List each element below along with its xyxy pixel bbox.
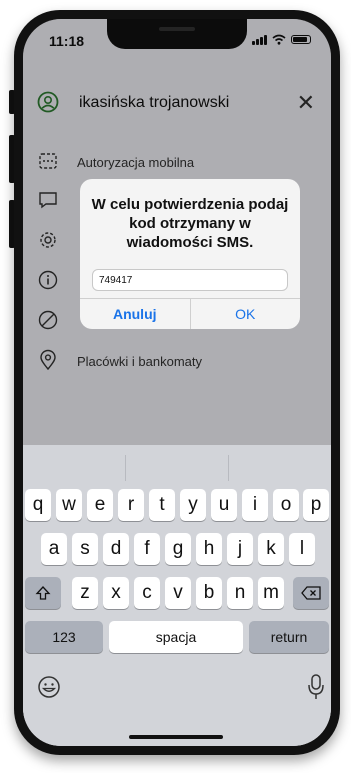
key-v[interactable]: v — [165, 577, 191, 609]
sms-code-dialog: W celu potwierdzenia podaj kod otrzymany… — [80, 179, 300, 329]
suggestion-divider — [125, 455, 126, 481]
key-a[interactable]: a — [41, 533, 67, 565]
screen: 11:18 ikasińska trojanowski ✕ Autoryzacj… — [23, 19, 331, 746]
return-key[interactable]: return — [249, 621, 329, 653]
shift-icon — [35, 586, 51, 600]
key-c[interactable]: c — [134, 577, 160, 609]
key-m[interactable]: m — [258, 577, 284, 609]
keyboard: q w e r t y u i o p a s d f g h j k l z … — [23, 445, 331, 746]
backspace-icon — [301, 586, 321, 600]
key-b[interactable]: b — [196, 577, 222, 609]
key-l[interactable]: l — [289, 533, 315, 565]
dialog-buttons: Anuluj OK — [80, 298, 300, 329]
key-y[interactable]: y — [180, 489, 206, 521]
phone-frame: 11:18 ikasińska trojanowski ✕ Autoryzacj… — [14, 10, 340, 755]
dialog-message: W celu potwierdzenia podaj kod otrzymany… — [91, 196, 289, 251]
shift-key[interactable] — [25, 577, 61, 609]
ok-button[interactable]: OK — [191, 299, 301, 329]
key-x[interactable]: x — [103, 577, 129, 609]
key-j[interactable]: j — [227, 533, 253, 565]
key-z[interactable]: z — [72, 577, 98, 609]
sms-code-input[interactable] — [92, 269, 288, 291]
emoji-icon[interactable] — [37, 675, 61, 699]
key-k[interactable]: k — [258, 533, 284, 565]
key-i[interactable]: i — [242, 489, 268, 521]
key-q[interactable]: q — [25, 489, 51, 521]
cancel-button[interactable]: Anuluj — [80, 299, 191, 329]
key-w[interactable]: w — [56, 489, 82, 521]
key-e[interactable]: e — [87, 489, 113, 521]
key-r[interactable]: r — [118, 489, 144, 521]
key-n[interactable]: n — [227, 577, 253, 609]
key-t[interactable]: t — [149, 489, 175, 521]
key-d[interactable]: d — [103, 533, 129, 565]
key-s[interactable]: s — [72, 533, 98, 565]
microphone-icon[interactable] — [307, 673, 325, 701]
key-f[interactable]: f — [134, 533, 160, 565]
home-indicator — [129, 735, 223, 739]
space-key[interactable]: spacja — [109, 621, 243, 653]
key-u[interactable]: u — [211, 489, 237, 521]
numbers-key[interactable]: 123 — [25, 621, 103, 653]
suggestion-divider — [228, 455, 229, 481]
key-g[interactable]: g — [165, 533, 191, 565]
key-h[interactable]: h — [196, 533, 222, 565]
backspace-key[interactable] — [293, 577, 329, 609]
key-p[interactable]: p — [303, 489, 329, 521]
key-o[interactable]: o — [273, 489, 299, 521]
